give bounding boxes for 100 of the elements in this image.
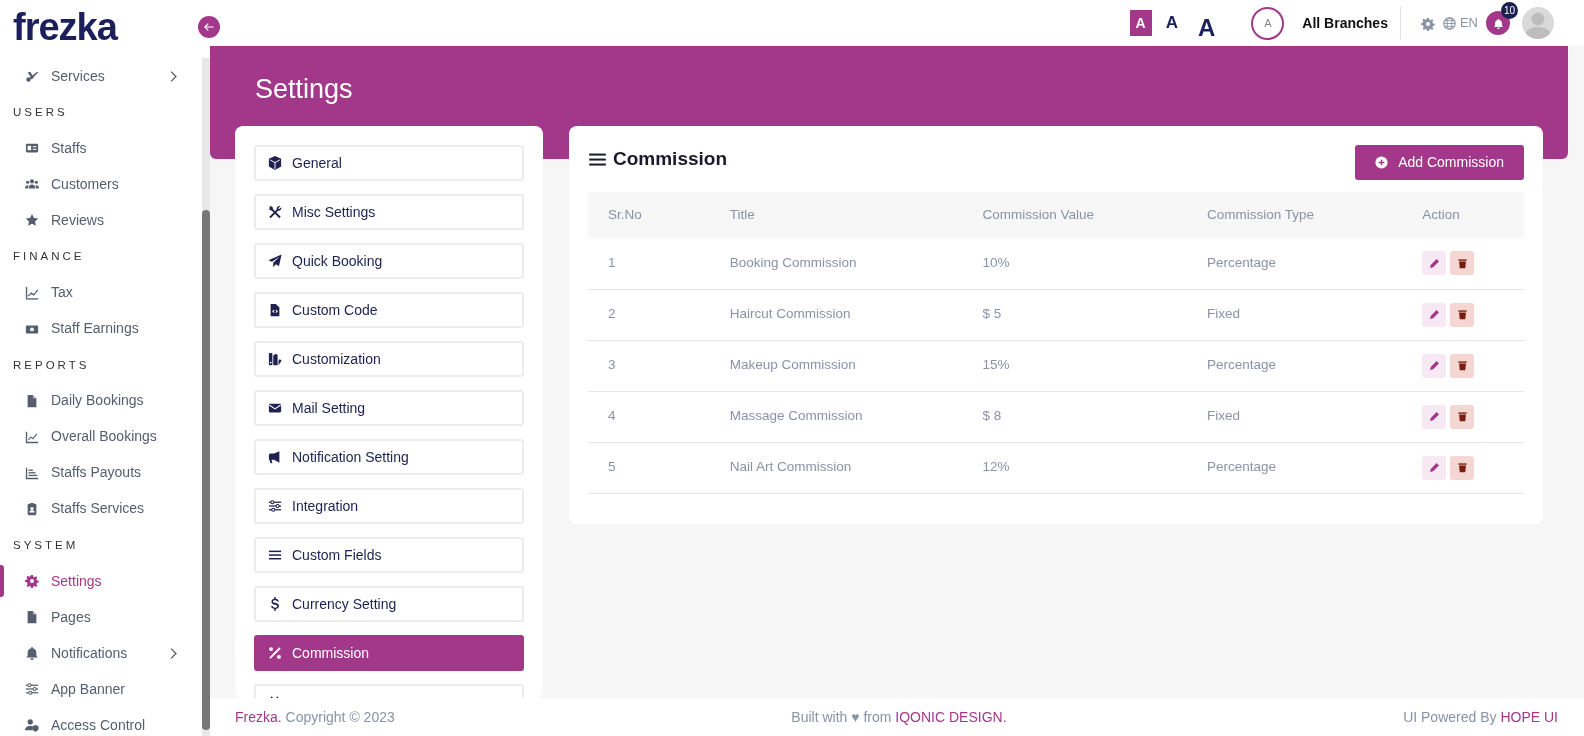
edit-button[interactable] [1422,404,1447,429]
line-chart-icon [25,429,39,444]
column-header: Title [709,192,963,238]
table-cell: 5 [588,442,710,493]
delete-button[interactable] [1450,251,1475,276]
sidebar-item[interactable]: Pages [0,599,202,635]
pencil-icon [1428,462,1440,473]
settings-menu-item[interactable]: Commission [254,635,524,671]
theme-link[interactable]: HOPE UI [1500,708,1558,725]
section-heading: SYSTEM [12,537,80,553]
delete-button[interactable] [1450,404,1475,429]
settings-menu-item[interactable]: Misc Settings [254,194,524,230]
table-cell: 10% [962,238,1187,289]
sidebar-item[interactable]: Overall Bookings [0,418,202,455]
table-cell: Percentage [1187,238,1403,289]
document-icon [25,610,39,624]
megaphone-icon [268,450,282,464]
settings-menu-item[interactable]: Customization [254,341,524,377]
copyright-text: Frezka. Copyright © 2023 [235,707,395,727]
brand-link[interactable]: Frezka. [235,708,282,725]
star-icon [25,213,39,228]
edit-button[interactable] [1422,251,1447,276]
settings-menu-item[interactable]: Custom Code [254,292,524,328]
pencil-icon [1428,309,1440,320]
scrollbar-thumb[interactable] [202,210,210,730]
table-cell: $ 5 [962,289,1187,340]
brand-logo: frezka [12,5,119,50]
bell-icon [1492,17,1504,29]
id-badge-icon [25,501,39,516]
table-cell: Percentage [1187,340,1403,391]
trash-icon [1456,309,1468,320]
column-header: Sr.No [588,192,710,238]
chart-icon [25,285,39,300]
table-cell: Fixed [1187,289,1403,340]
column-header: Action [1402,192,1524,238]
sidebar-item[interactable]: Staff Earnings [0,310,202,347]
table-cell: Fixed [1187,391,1403,442]
settings-menu-item[interactable]: Custom Fields [254,537,524,573]
edit-button[interactable] [1422,455,1447,480]
table-cell: Makeup Commission [709,340,963,391]
table-cell: 12% [962,442,1187,493]
settings-menu-item[interactable]: Currency Setting [254,586,524,622]
sidebar-item[interactable]: Staffs Services [0,490,202,527]
trash-icon [1456,462,1468,473]
column-header: Commission Value [962,192,1187,238]
settings-menu-item[interactable]: General [254,145,524,181]
list-icon [268,548,282,562]
delete-button[interactable] [1450,455,1475,480]
add-commission-button[interactable]: Add Commission [1355,145,1524,180]
sidebar-item[interactable]: App Banner [0,671,202,707]
edit-button[interactable] [1422,353,1447,378]
sidebar-item[interactable]: Access Control [0,707,202,736]
pencil-icon [1428,257,1440,269]
table-cell: $ 8 [962,391,1187,442]
sidebar-item[interactable]: Staffs [0,130,202,167]
sidebar-item[interactable]: Tax [0,274,202,311]
branch-selector[interactable]: All Branches [1302,6,1401,40]
font-size-button[interactable]: A [1192,10,1222,36]
credit-link[interactable]: IQONIC DESIGN. [895,708,1007,725]
section-heading: USERS [12,105,69,120]
user-shield-icon [25,718,39,732]
table-cell: 1 [588,238,710,289]
settings-menu-item[interactable]: Integration [254,488,524,524]
credit-text: Built with ♥ from IQONIC DESIGN. [791,707,1007,727]
pencil-icon [1428,411,1440,422]
table-cell: Nail Art Commission [709,442,963,493]
edit-button[interactable] [1422,302,1447,327]
section-heading: FINANCE [12,249,86,265]
trash-icon [1456,360,1468,371]
settings-menu-item[interactable]: Mail Setting [254,390,524,426]
notification-count: 10 [1501,2,1518,19]
gear-icon [1420,16,1435,31]
font-size-button[interactable]: A [1159,10,1184,36]
font-size-button[interactable]: A [1129,10,1152,36]
globe-icon [1442,16,1456,30]
bell-icon [25,646,39,660]
sidebar-item[interactable]: Settings [0,563,202,599]
delete-button[interactable] [1450,353,1475,378]
sidebar-item[interactable]: Customers [0,166,202,203]
table-cell: 15% [962,340,1187,391]
card-title: Commission [613,147,728,171]
delete-button[interactable] [1450,302,1475,327]
sidebar-item[interactable]: Reviews [0,202,202,239]
collapse-sidebar-button[interactable] [198,16,220,38]
branch-avatar: A [1251,6,1285,40]
sidebar-item[interactable]: Services [0,58,202,94]
cube-icon [268,156,282,170]
table-cell: Massage Commission [709,391,963,442]
table-cell: Haircut Commission [709,289,963,340]
sidebar-item[interactable]: Daily Bookings [0,382,202,419]
settings-menu-item[interactable]: Quick Booking [254,243,524,279]
sidebar-item[interactable]: Staffs Payouts [0,454,202,491]
table-cell: 2 [588,289,710,340]
settings-menu-item[interactable]: Notification Setting [254,439,524,475]
page-title: Settings [254,73,354,106]
arrow-left-icon [203,21,215,33]
sidebar-item[interactable]: Notifications [0,635,202,671]
paper-plane-icon [268,254,282,268]
table-cell: Percentage [1187,442,1403,493]
code-file-icon [268,303,282,317]
